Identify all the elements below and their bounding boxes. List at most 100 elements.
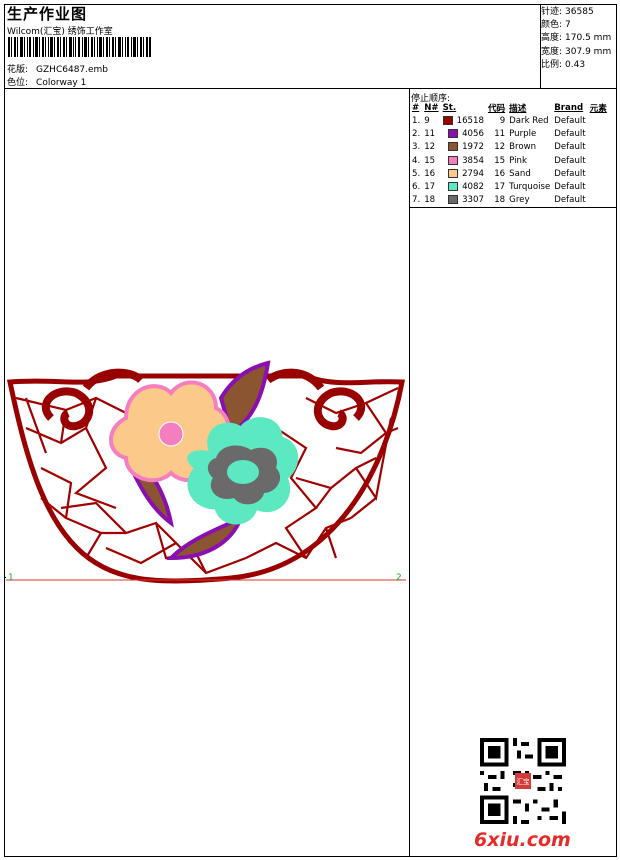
colorway-label: 色位: bbox=[7, 78, 29, 88]
row-stitches: 3307 bbox=[441, 194, 486, 207]
row-code: 11 bbox=[494, 128, 506, 139]
row-brand: Default bbox=[554, 142, 586, 153]
stat-colors: 颜色: 7 bbox=[541, 19, 611, 32]
col-brand: Brand bbox=[554, 102, 584, 113]
stat-stitches: 针迹: 36585 bbox=[541, 6, 611, 19]
color-stop-row: 4. 15 3854 15 Pink Default bbox=[410, 154, 609, 167]
row-stitches: 3854 bbox=[441, 154, 486, 167]
row-needle: 12 bbox=[424, 142, 436, 153]
end-marker: 2 bbox=[396, 573, 402, 583]
color-swatch bbox=[448, 155, 459, 165]
flower-turquoise-center bbox=[227, 460, 259, 484]
left-hook bbox=[82, 368, 144, 391]
color-swatch bbox=[448, 168, 459, 178]
header-divider bbox=[4, 88, 617, 89]
stat-value: 0.43 bbox=[565, 59, 586, 70]
row-needle: 17 bbox=[424, 182, 436, 193]
embroidery-design-preview: 1 2 bbox=[6, 360, 406, 584]
row-brand: Default bbox=[554, 195, 586, 206]
row-stitches: 4082 bbox=[441, 180, 486, 193]
row-element bbox=[588, 127, 609, 140]
stat-height: 高度: 170.5 mm bbox=[541, 32, 611, 45]
seal-text: 汇宝 bbox=[516, 777, 530, 786]
row-index: 5. bbox=[412, 168, 421, 179]
row-element bbox=[588, 194, 609, 207]
col-needle: N# bbox=[424, 102, 439, 113]
row-index: 1. bbox=[412, 115, 421, 126]
stats-box: 针迹: 36585 颜色: 7 高度: 170.5 mm 宽度: 307.9 mm 比例… bbox=[541, 6, 611, 72]
stitch-count: 16518 bbox=[456, 115, 484, 126]
studio-name: Wilcom(汇宝) 绣饰工作室 bbox=[7, 27, 113, 37]
row-brand: Default bbox=[554, 115, 586, 126]
stitch-count: 2794 bbox=[462, 168, 484, 179]
table-header-row: # N# St. 代码 描述 Brand 元素 bbox=[410, 101, 609, 114]
row-index: 6. bbox=[412, 182, 421, 193]
color-stop-row: 7. 18 3307 18 Grey Default bbox=[410, 194, 609, 207]
table-bottom-divider bbox=[409, 207, 617, 208]
row-element bbox=[588, 154, 609, 167]
right-hook bbox=[265, 368, 325, 391]
start-marker: 1 bbox=[8, 573, 14, 583]
row-stitches: 2794 bbox=[441, 167, 486, 180]
row-index: 2. bbox=[412, 128, 421, 139]
stitch-count: 3307 bbox=[462, 195, 484, 206]
color-swatch bbox=[448, 142, 459, 152]
stitch-count: 1972 bbox=[462, 142, 484, 153]
pattern-value: GZHC6487.emb bbox=[36, 65, 109, 75]
color-stop-row: 2. 11 4056 11 Purple Default bbox=[410, 127, 609, 140]
row-stitches: 16518 bbox=[441, 114, 486, 127]
page-title: 生产作业图 bbox=[7, 5, 88, 23]
col-code: 代码 bbox=[487, 103, 506, 114]
row-index: 7. bbox=[412, 195, 421, 206]
row-code: 9 bbox=[499, 115, 506, 126]
col-index: # bbox=[412, 102, 420, 113]
design-center-line bbox=[5, 577, 6, 578]
pattern-label: 花版: bbox=[7, 65, 29, 75]
color-swatch bbox=[442, 115, 453, 125]
row-element bbox=[588, 180, 609, 193]
row-description: Grey bbox=[509, 195, 530, 206]
colorway-value: Colorway 1 bbox=[36, 78, 87, 88]
row-index: 4. bbox=[412, 155, 421, 166]
stat-label: 针迹: bbox=[541, 7, 563, 17]
pattern-line: 花版: GZHC6487.emb bbox=[7, 62, 108, 75]
stats-bottom-divider bbox=[540, 88, 617, 89]
color-stop-table: # N# St. 代码 描述 Brand 元素 1. 9 16518 9 Dark Re… bbox=[410, 101, 609, 207]
row-description: Brown bbox=[509, 142, 537, 153]
col-description: 描述 bbox=[509, 103, 527, 114]
leaf-bottom bbox=[166, 513, 245, 561]
row-stitches: 4056 bbox=[441, 127, 486, 140]
row-stitches: 1972 bbox=[441, 141, 486, 154]
row-needle: 11 bbox=[424, 128, 436, 139]
stitch-count: 3854 bbox=[462, 155, 484, 166]
row-description: Dark Red bbox=[509, 115, 549, 126]
row-element bbox=[588, 141, 609, 154]
stat-value: 36585 bbox=[565, 7, 594, 17]
col-stitches: St. bbox=[442, 102, 457, 113]
stat-ratio: 比例: 0.43 bbox=[541, 59, 611, 72]
row-brand: Default bbox=[554, 128, 586, 139]
row-code: 17 bbox=[494, 182, 506, 193]
site-watermark: 6xiu.com bbox=[474, 829, 571, 851]
stat-value: 7 bbox=[565, 20, 571, 31]
stat-label: 宽度: bbox=[541, 46, 563, 57]
row-brand: Default bbox=[554, 155, 586, 166]
stitch-count: 4056 bbox=[462, 128, 484, 139]
col-element: 元素 bbox=[589, 103, 607, 114]
row-code: 15 bbox=[494, 155, 506, 166]
row-index: 3. bbox=[412, 142, 421, 153]
row-brand: Default bbox=[554, 168, 586, 179]
row-needle: 16 bbox=[424, 168, 436, 179]
row-needle: 15 bbox=[424, 155, 436, 166]
row-brand: Default bbox=[554, 182, 586, 193]
stat-label: 比例: bbox=[541, 59, 563, 70]
row-element bbox=[588, 114, 609, 127]
row-description: Purple bbox=[509, 128, 537, 139]
color-swatch bbox=[448, 182, 459, 192]
qr-code-icon: 汇宝 bbox=[480, 738, 566, 824]
color-swatch bbox=[448, 128, 459, 138]
color-stop-row: 5. 16 2794 16 Sand Default bbox=[410, 167, 609, 180]
row-description: Turquoise bbox=[509, 182, 551, 193]
row-needle: 18 bbox=[424, 195, 436, 206]
stat-width: 宽度: 307.9 mm bbox=[541, 46, 611, 59]
